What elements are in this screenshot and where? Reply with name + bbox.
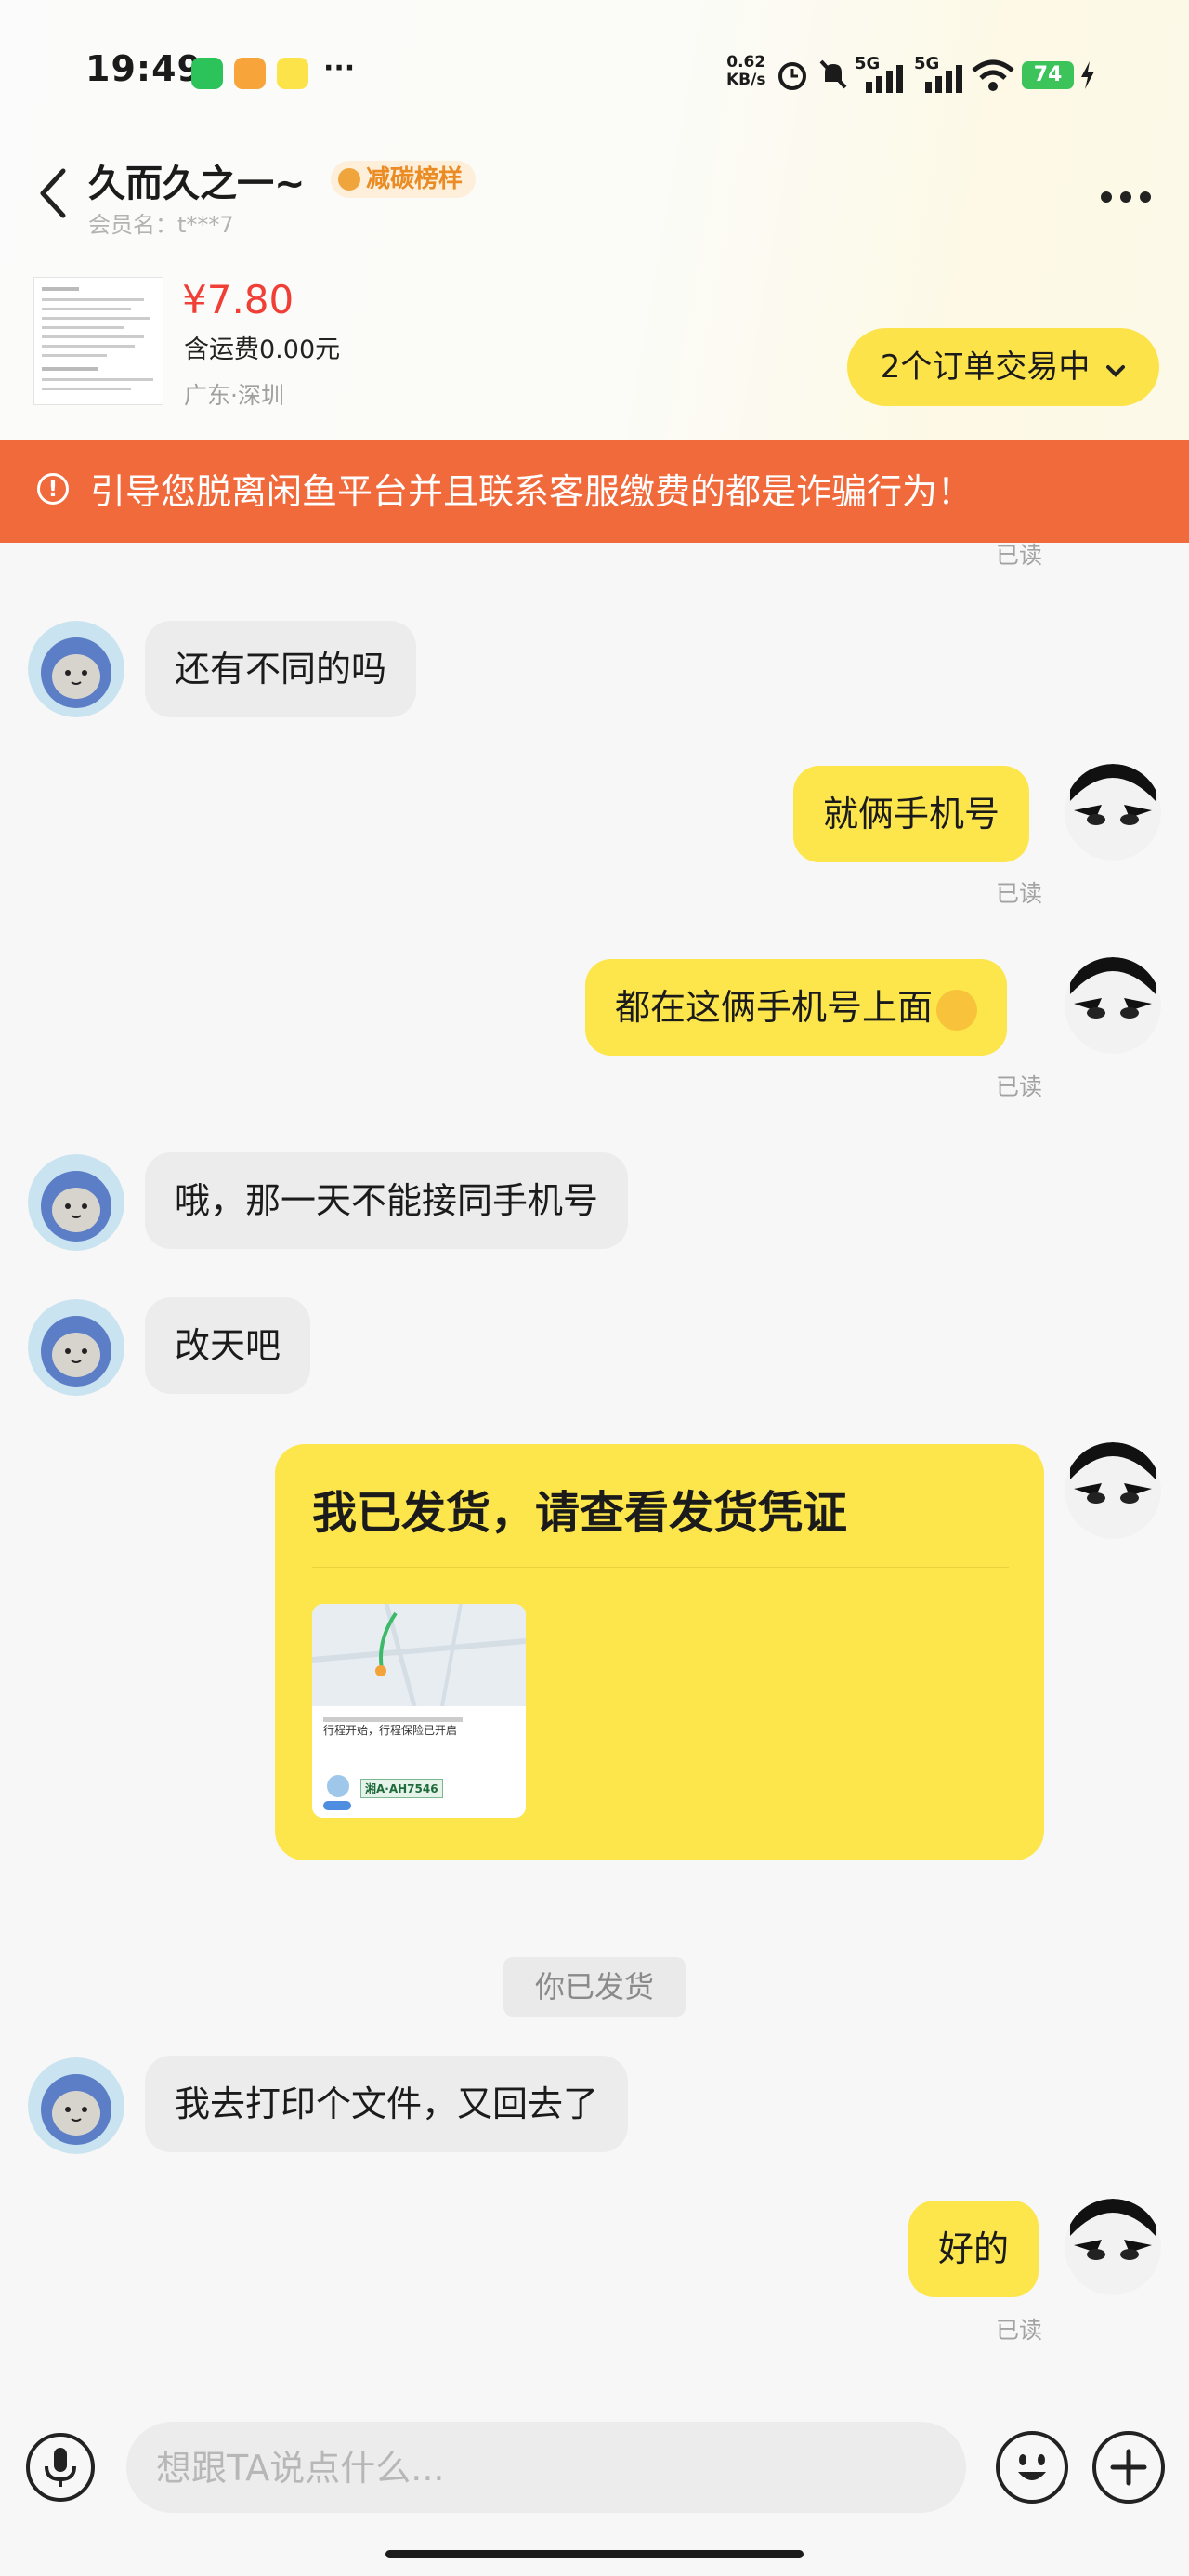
product-thumbnail[interactable]: [33, 277, 163, 405]
read-receipt: 已读: [996, 1073, 1043, 1100]
product-location: 广东·深圳: [184, 382, 284, 409]
message-bubble-outgoing[interactable]: 都在这俩手机号上面: [585, 959, 1008, 1056]
wifi-icon: [972, 59, 1014, 91]
charging-icon: [1081, 61, 1094, 89]
battery-level: 74: [1022, 61, 1074, 89]
speed-unit: KB/s: [726, 71, 766, 89]
status-bar: 19:49 ··· 0.62 KB/s 5G 5G 74: [0, 0, 1189, 149]
plus-icon: [1110, 2449, 1147, 2486]
mute-icon: [819, 59, 847, 89]
alarm-icon: [778, 62, 806, 90]
message-bubble-outgoing[interactable]: 就俩手机号: [793, 766, 1030, 862]
read-receipt: 已读: [996, 2317, 1043, 2344]
message-bubble-incoming[interactable]: 我去打印个文件，又回去了: [145, 2056, 629, 2152]
signal-icon: [866, 65, 903, 93]
status-time: 19:49: [85, 48, 203, 89]
back-arrow-icon[interactable]: [39, 167, 67, 219]
my-avatar[interactable]: [1065, 2199, 1161, 2295]
chat-partner-name[interactable]: 久而久之一~: [88, 153, 306, 207]
network-speed: 0.62 KB/s: [726, 54, 765, 89]
xianyu-app-icon: [277, 58, 308, 89]
read-receipt: 已读: [996, 880, 1043, 907]
partner-avatar[interactable]: [28, 621, 124, 717]
speed-value: 0.62: [726, 53, 766, 72]
badge-label: 减碳榜样: [366, 165, 464, 193]
message-bubble-incoming[interactable]: 哦，那一天不能接同手机号: [145, 1152, 629, 1249]
warning-icon: !: [37, 473, 69, 505]
smile-icon: [1018, 2454, 1046, 2480]
card-image-caption: 行程开始，行程保险已开启: [323, 1722, 458, 1738]
signal-icon-2: [925, 65, 962, 93]
message-text: 都在这俩手机号上面: [615, 987, 934, 1028]
message-bubble-outgoing[interactable]: 好的: [908, 2201, 1039, 2297]
more-actions-button[interactable]: [1092, 2431, 1165, 2504]
my-avatar[interactable]: [1065, 1442, 1161, 1539]
member-name: 会员名：t***7: [88, 212, 234, 238]
home-indicator[interactable]: [385, 2550, 804, 2558]
message-input[interactable]: [154, 2422, 938, 2515]
partner-avatar[interactable]: [28, 1154, 124, 1251]
my-avatar[interactable]: [1065, 957, 1161, 1054]
microphone-icon: [45, 2448, 76, 2487]
app-notification-icon: [234, 58, 266, 89]
emoji-button[interactable]: [996, 2431, 1068, 2504]
wechat-icon: [191, 58, 223, 89]
system-note: 你已发货: [503, 1957, 686, 2017]
warning-text: 引导您脱离闲鱼平台并且联系客服缴费的都是诈骗行为！: [90, 471, 973, 512]
product-price: ¥7.80: [182, 277, 294, 322]
shipping-fee: 含运费0.00元: [184, 335, 341, 364]
message-input-container[interactable]: [126, 2422, 966, 2515]
message-bubble-incoming[interactable]: 改天吧: [145, 1297, 311, 1394]
more-options-icon[interactable]: [1100, 191, 1152, 204]
read-receipt: 已读: [996, 542, 1043, 569]
crying-laugh-emoji-icon: [936, 989, 978, 1031]
orders-label: 2个订单交易中: [880, 348, 1091, 386]
vehicle-plate: 湘A·AH7546: [360, 1779, 443, 1798]
voice-input-button[interactable]: [26, 2433, 95, 2502]
document-thumbnail-icon: [42, 287, 153, 390]
my-avatar[interactable]: [1065, 764, 1161, 861]
partner-avatar[interactable]: [28, 2057, 124, 2154]
carbon-badge[interactable]: 减碳榜样: [331, 161, 477, 198]
more-notifications-icon: ···: [323, 52, 356, 85]
shipping-proof-image[interactable]: 行程开始，行程保险已开启 湘A·AH7546: [312, 1604, 526, 1818]
card-divider: [312, 1567, 1009, 1568]
shipping-proof-card[interactable]: 我已发货，请查看发货凭证 行程开始，行程保险已开启 湘A·AH7546: [275, 1444, 1044, 1860]
leaf-badge-icon: [338, 168, 360, 191]
fraud-warning-banner: ! 引导您脱离闲鱼平台并且联系客服缴费的都是诈骗行为！: [0, 440, 1189, 543]
partner-avatar[interactable]: [28, 1299, 124, 1396]
card-title: 我已发货，请查看发货凭证: [312, 1487, 848, 1539]
chevron-down-icon: [1106, 365, 1126, 377]
message-bubble-incoming[interactable]: 还有不同的吗: [145, 621, 417, 717]
orders-in-progress-button[interactable]: 2个订单交易中: [847, 328, 1159, 406]
